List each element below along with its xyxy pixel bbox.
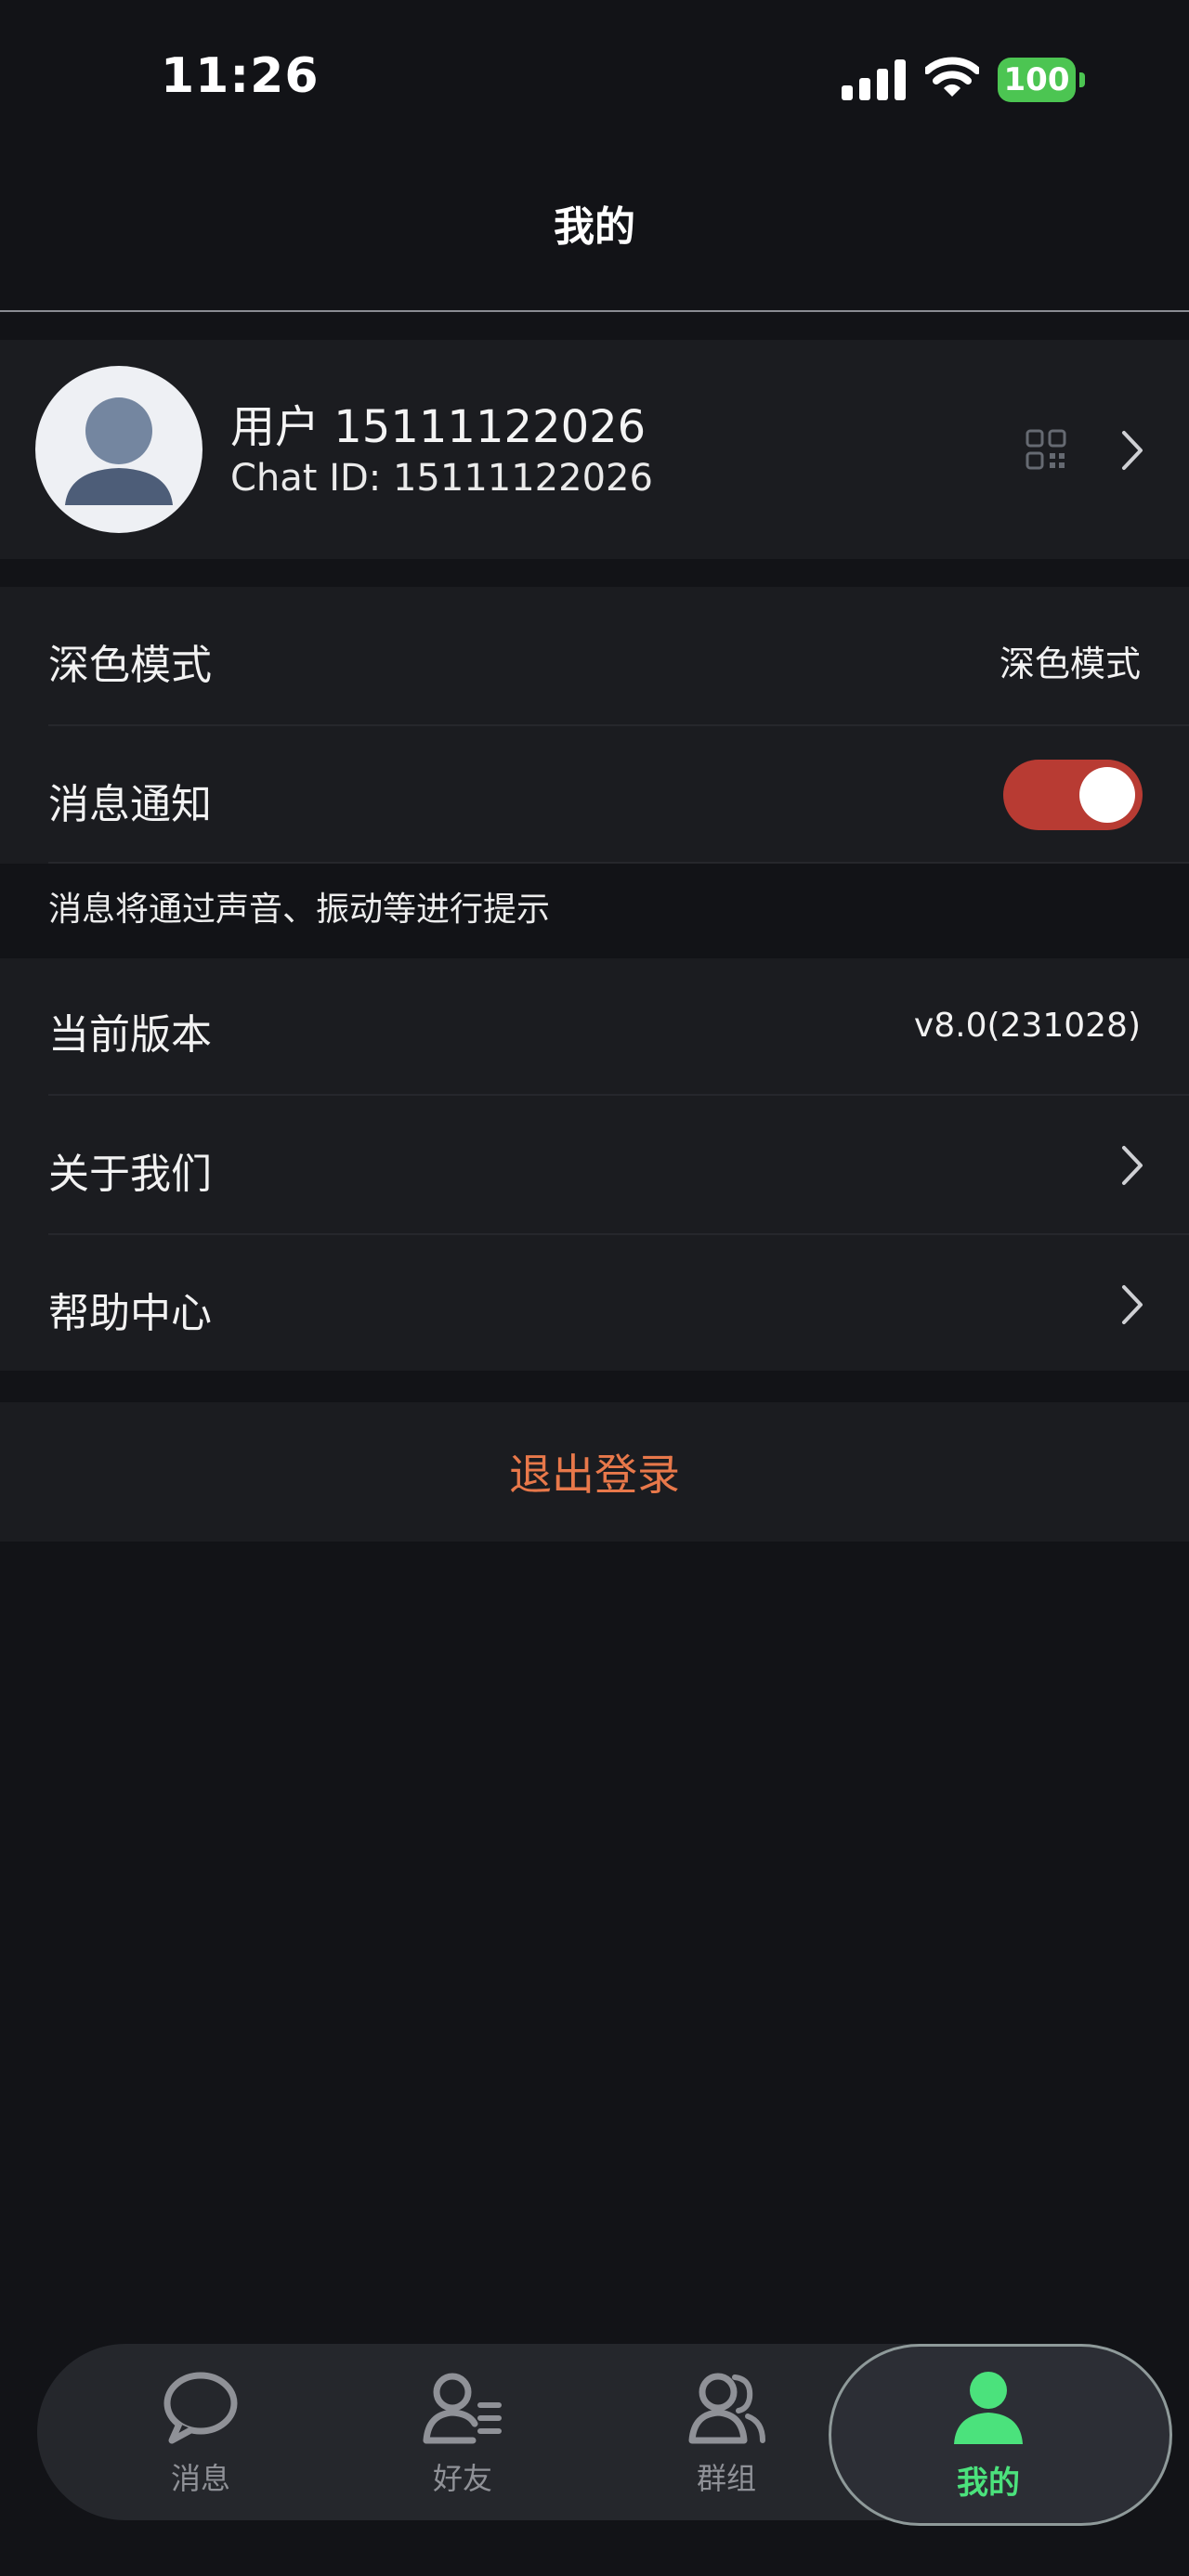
cellular-signal-icon [842,59,906,100]
tab-messages[interactable]: 消息 [108,2366,294,2505]
tab-me-label: 我的 [957,2465,1020,2502]
toggle-knob [1079,767,1135,823]
about-us-label: 关于我们 [48,1151,212,1198]
help-chevron-right-icon[interactable] [1118,1281,1146,1328]
status-time: 11:26 [161,48,320,104]
profile-chat-id: Chat ID: 15111122026 [230,457,653,500]
version-value: v8.0(231028) [913,1007,1141,1045]
notifications-hint: 消息将通过声音、振动等进行提示 [48,891,551,929]
tab-friends[interactable]: 好友 [370,2366,555,2505]
dark-mode-value[interactable]: 深色模式 [1000,635,1141,686]
battery-icon: 100 [998,58,1085,102]
notifications-label: 消息通知 [48,781,212,828]
chat-bubble-icon [163,2372,238,2444]
tab-groups-label: 群组 [696,2461,756,2496]
tab-friends-label: 好友 [432,2461,492,2496]
about-chevron-right-icon[interactable] [1118,1142,1146,1189]
wifi-icon [925,57,979,97]
divider [48,724,1189,726]
header-divider [0,310,1189,312]
help-center-label: 帮助中心 [48,1290,212,1337]
profile-name: 用户 15111122026 [230,401,647,453]
tab-groups[interactable]: 群组 [634,2366,819,2505]
profile-chevron-right-icon[interactable] [1118,427,1146,474]
page-title: 我的 [554,203,635,251]
group-icon [688,2373,765,2444]
avatar[interactable] [35,366,203,533]
notifications-toggle[interactable] [1003,760,1143,830]
qr-code-icon[interactable] [1026,429,1066,470]
default-avatar-icon [65,397,173,505]
tab-messages-label: 消息 [170,2461,230,2496]
version-label: 当前版本 [48,1011,212,1059]
tab-me[interactable]: 我的 [895,2366,1081,2505]
battery-level: 100 [998,58,1076,102]
friends-icon [423,2373,502,2444]
dark-mode-label: 深色模式 [48,642,212,689]
divider [48,862,1189,864]
me-icon [954,2372,1023,2444]
logout-button[interactable]: 退出登录 [0,1441,1189,1503]
